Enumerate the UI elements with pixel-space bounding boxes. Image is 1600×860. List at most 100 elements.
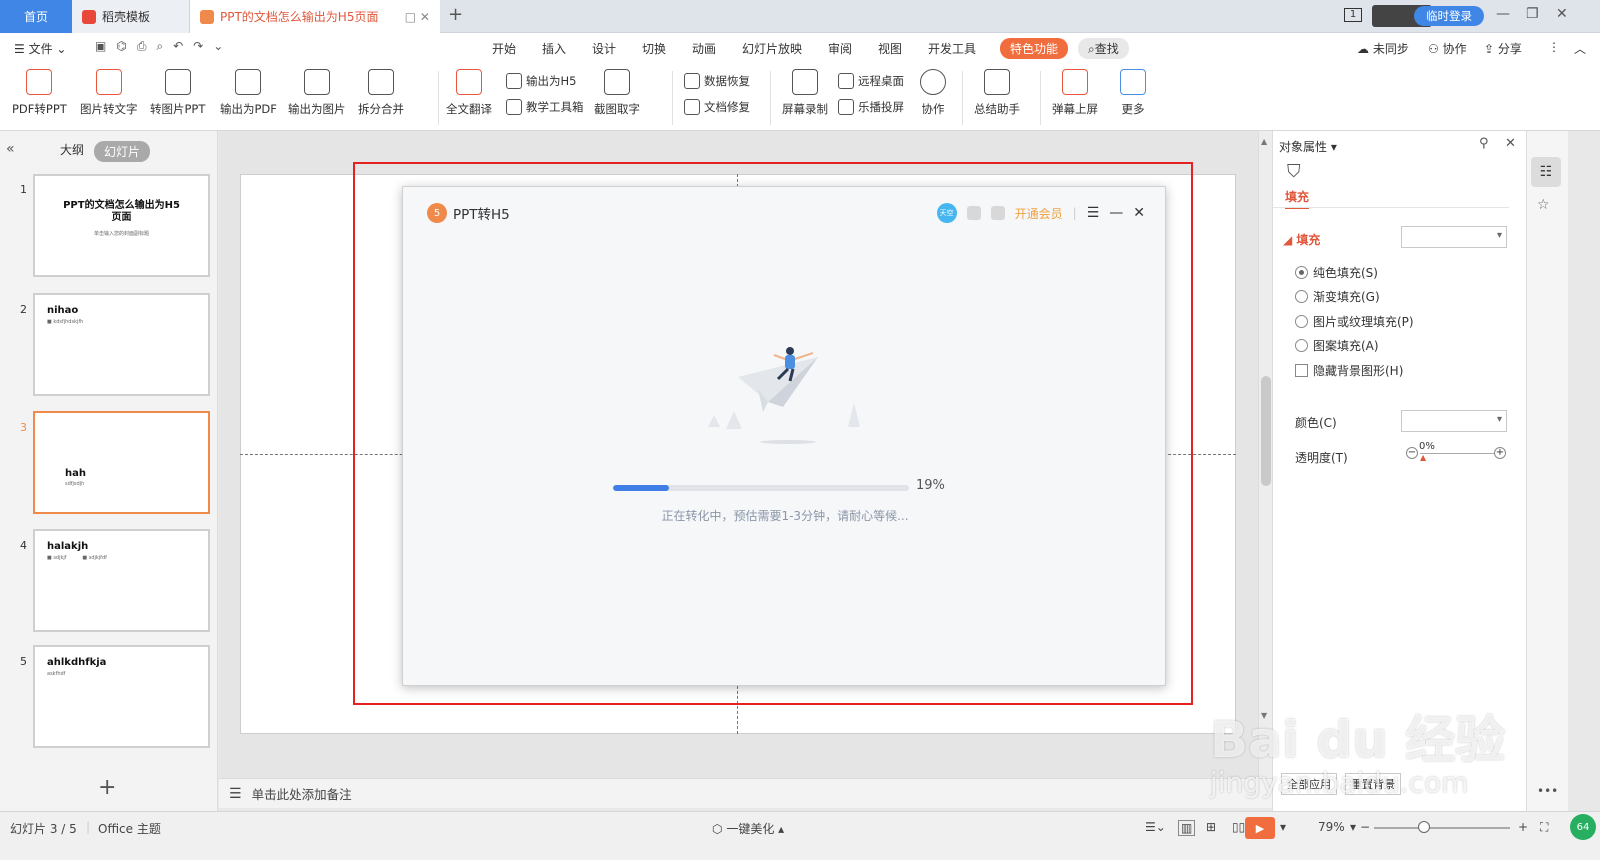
radio-gradient-fill[interactable]: 渐变填充(G) (1295, 288, 1380, 305)
beautify-button[interactable]: ⬡ 一键美化 ▴ (712, 820, 784, 837)
tab-start[interactable]: 开始 (492, 40, 516, 57)
play-options-icon[interactable]: ▾ (1280, 820, 1286, 834)
tab-animation[interactable]: 动画 (692, 40, 716, 57)
cast-button[interactable]: 乐播投屏 (838, 99, 904, 115)
pin-icon[interactable]: ⚲ (1479, 136, 1489, 151)
collapse-ribbon-icon[interactable]: ︿ (1574, 40, 1586, 57)
minimize-dialog-icon[interactable]: — (1109, 205, 1123, 221)
menu-icon[interactable]: ☰ (1087, 205, 1100, 221)
transparency-slider[interactable] (1420, 453, 1494, 454)
vip-link[interactable]: 开通会员 (1015, 205, 1063, 222)
data-recovery-button[interactable]: 数据恢复 (684, 73, 750, 89)
slide-thumbnail-3[interactable]: hah sdfjsdjh (33, 411, 210, 514)
collab-button[interactable]: ⚇ 协作 (1428, 40, 1467, 57)
zoom-slider-knob[interactable] (1418, 821, 1430, 833)
zoom-dropdown-icon[interactable]: ▾ (1350, 820, 1356, 834)
tab-special-features[interactable]: 特色功能 (1000, 38, 1069, 59)
minimize-icon[interactable]: — (1496, 6, 1510, 22)
panel-header[interactable]: 对象属性 ▾ (1279, 138, 1337, 155)
login-button[interactable]: 临时登录 (1414, 6, 1484, 26)
sync-status[interactable]: ☁ 未同步 (1357, 40, 1409, 57)
transparency-decrease-button[interactable]: − (1406, 447, 1418, 459)
screen-record-button[interactable]: 屏幕录制 (782, 69, 828, 117)
tab-transition[interactable]: 切换 (642, 40, 666, 57)
reading-view-icon[interactable]: ▯▯ (1232, 820, 1245, 834)
zoom-in-button[interactable]: + (1518, 820, 1528, 834)
search-button[interactable]: ⌕查找 (1078, 38, 1129, 59)
to-image-ppt-button[interactable]: 转图片PPT (150, 69, 205, 117)
slide-thumbnail-2[interactable]: nihao ■ kdsfjhdskjfh (33, 293, 210, 396)
summary-assistant-button[interactable]: 总结助手 (974, 69, 1020, 117)
image-to-text-button[interactable]: 图片转文字 (80, 69, 138, 117)
more-icon[interactable]: ••• (1537, 784, 1558, 798)
notes-toggle-icon[interactable]: ☰⌄ (1145, 820, 1166, 834)
full-translate-button[interactable]: 全文翻译 (446, 69, 492, 117)
vertical-scrollbar[interactable]: ▲ ▼ (1258, 131, 1272, 778)
scroll-up-icon[interactable]: ▲ (1261, 137, 1267, 146)
tab-fill[interactable]: 填充 (1285, 188, 1310, 209)
theme-name[interactable]: Office 主题 (98, 820, 161, 837)
tab-developer[interactable]: 开发工具 (928, 40, 976, 57)
export-image-button[interactable]: 输出为图片 (288, 69, 346, 117)
danmu-button[interactable]: 弹幕上屏 (1052, 69, 1098, 117)
doc-repair-button[interactable]: 文档修复 (684, 99, 750, 115)
checkbox-hide-background[interactable]: 隐藏背景图形(H) (1295, 362, 1403, 379)
sorter-view-icon[interactable]: ⊞ (1206, 820, 1216, 834)
zoom-level[interactable]: 79% (1318, 820, 1345, 834)
new-tab-icon[interactable]: + (448, 4, 463, 25)
close-panel-icon[interactable]: ✕ (1505, 136, 1516, 151)
radio-picture-fill[interactable]: 图片或纹理填充(P) (1295, 313, 1414, 330)
zoom-slider[interactable] (1374, 827, 1510, 829)
performance-badge[interactable]: 64 (1570, 814, 1596, 840)
screenshot-text-button[interactable]: 截图取字 (594, 69, 640, 117)
pdf-to-ppt-button[interactable]: PDF转PPT (12, 69, 67, 117)
tab-design[interactable]: 设计 (592, 40, 616, 57)
tab-document[interactable]: PPT的文档怎么输出为H5页面 □ ✕ (190, 0, 440, 33)
share-button[interactable]: ⇪ 分享 (1484, 40, 1522, 57)
tab-templates[interactable]: 稻壳模板 (72, 0, 190, 33)
export-h5-button[interactable]: 输出为H5 (506, 73, 576, 89)
properties-icon[interactable]: ☷ (1531, 157, 1561, 187)
fit-window-icon[interactable]: ⛶ (1540, 820, 1548, 835)
remote-desktop-button[interactable]: 远程桌面 (838, 73, 904, 89)
tab-view[interactable]: 视图 (878, 40, 902, 57)
fill-type-dropdown[interactable] (1401, 226, 1507, 248)
tab-slideshow[interactable]: 幻灯片放映 (742, 40, 802, 57)
teaching-tools-button[interactable]: 教学工具箱 (506, 99, 584, 115)
radio-pattern-fill[interactable]: 图案填充(A) (1295, 337, 1379, 354)
tab-home[interactable]: 首页 (0, 0, 72, 33)
collab-ribbon-button[interactable]: 协作 (920, 69, 946, 117)
export-pdf-button[interactable]: 输出为PDF (220, 69, 277, 117)
close-dialog-icon[interactable]: ✕ (1133, 205, 1145, 221)
color-dropdown[interactable] (1401, 410, 1507, 432)
more-menu-icon[interactable]: ⋮ (1548, 40, 1560, 54)
transparency-increase-button[interactable]: + (1494, 447, 1506, 459)
tab-review[interactable]: 审阅 (828, 40, 852, 57)
split-merge-button[interactable]: 拆分合并 (358, 69, 404, 117)
fill-section-title[interactable]: ◢ 填充 (1283, 231, 1320, 248)
slider-knob[interactable]: ▲ (1420, 453, 1426, 462)
tab-slides[interactable]: 幻灯片 (94, 141, 151, 162)
slide-thumbnail-4[interactable]: halakjh ■ sdjkjf ■ sdjkjfdf (33, 529, 210, 632)
more-apps-button[interactable]: 更多 (1120, 69, 1146, 117)
close-window-icon[interactable]: ✕ (1556, 6, 1568, 22)
notes-bar[interactable]: ☰ 单击此处添加备注 (219, 778, 1272, 808)
page-indicator[interactable]: 1 (1344, 8, 1362, 22)
slide-thumbnail-5[interactable]: ahlkdhfkja askfhdf (33, 645, 210, 748)
tab-insert[interactable]: 插入 (542, 40, 566, 57)
add-slide-button[interactable]: + (98, 775, 116, 800)
tab-outline[interactable]: 大纲 (60, 141, 84, 162)
star-icon[interactable]: ☆ (1537, 197, 1550, 213)
slide-thumbnail-1[interactable]: PPT的文档怎么输出为H5 页面 单击输入您的封面副标题 (33, 174, 210, 277)
quick-access-toolbar[interactable]: ▣⌬⎙⌕↶↷⌄ (95, 39, 233, 54)
radio-solid-fill[interactable]: 纯色填充(S) (1295, 264, 1378, 281)
collapse-panel-icon[interactable]: « (6, 141, 15, 157)
file-menu[interactable]: ☰ 文件 ⌄ (14, 40, 66, 57)
play-slideshow-button[interactable]: ▶ (1245, 817, 1275, 839)
tab-close-icon[interactable]: □ ✕ (405, 10, 430, 24)
zoom-out-button[interactable]: − (1360, 820, 1370, 834)
scroll-thumb[interactable] (1261, 376, 1271, 486)
restore-icon[interactable]: ❐ (1526, 6, 1539, 22)
avatar[interactable]: 天空 (936, 203, 957, 223)
normal-view-icon[interactable]: ▥ (1178, 820, 1196, 836)
